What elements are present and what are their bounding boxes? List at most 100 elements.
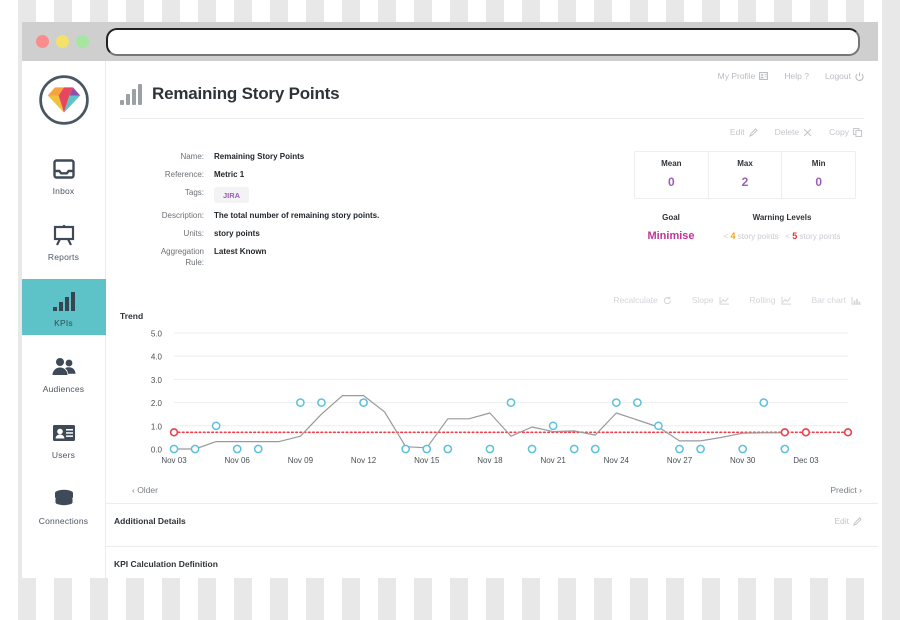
trend-chart-svg[interactable]: 0.0 1.0 2.0 3.0 4.0 5.0 Nov 03 Nov 06 Nov 09 Nov …	[106, 323, 866, 475]
stat-max: Max 2	[709, 152, 783, 198]
sidebar-item-inbox[interactable]: Inbox	[22, 147, 106, 203]
trend-label: Trend	[120, 311, 144, 321]
bar-chart-icon	[51, 287, 77, 313]
window-minimize-button[interactable]	[56, 35, 69, 48]
slope-button[interactable]: Slope	[692, 295, 730, 305]
page-title: Remaining Story Points	[152, 84, 340, 103]
predict-button[interactable]: Predict ›	[830, 485, 862, 495]
meta-value: Latest Known	[214, 247, 267, 256]
svg-text:0.0: 0.0	[151, 446, 163, 455]
section-kpi-calculation-definition[interactable]: KPI Calculation Definition	[106, 546, 878, 578]
meta-row-reference: Reference: Metric 1	[134, 169, 554, 180]
my-profile-link[interactable]: My Profile	[718, 71, 769, 81]
meta-label: Description:	[161, 211, 204, 220]
svg-text:5.0: 5.0	[151, 330, 163, 339]
bar-chart-icon	[120, 83, 142, 105]
stat-min: Min 0	[782, 152, 855, 198]
bar-chart-icon	[851, 296, 861, 305]
app-body: Inbox Reports KPIs Audiences Users Conne…	[21, 61, 878, 578]
top-navigation: My Profile Help ? Logout	[718, 71, 864, 81]
my-profile-label: My Profile	[717, 71, 756, 81]
warning-values: < 4 story points < 5 story points	[708, 231, 856, 241]
svg-text:Nov 30: Nov 30	[730, 456, 756, 465]
browser-window: Inbox Reports KPIs Audiences Users Conne…	[21, 22, 878, 578]
meta-label: Tags:	[184, 188, 204, 197]
page-header: Remaining Story Points	[106, 61, 878, 105]
sidebar-item-users[interactable]: Users	[22, 411, 106, 467]
meta-value: story points	[214, 229, 260, 238]
warning-first-prefix: <	[723, 232, 729, 241]
sidebar-item-label: KPIs	[54, 317, 73, 328]
edit-button[interactable]: Edit	[730, 127, 758, 137]
svg-text:Nov 27: Nov 27	[667, 456, 693, 465]
logout-label: Logout	[825, 71, 851, 81]
power-icon	[855, 72, 864, 81]
help-link[interactable]: Help ?	[784, 71, 809, 81]
meta-value: Metric 1	[214, 170, 245, 179]
delete-button[interactable]: Delete	[775, 127, 813, 137]
svg-text:Nov 15: Nov 15	[414, 456, 440, 465]
section-additional-details[interactable]: Additional Details Edit	[106, 503, 878, 538]
svg-text:1.0: 1.0	[151, 422, 163, 431]
recalculate-button[interactable]: Recalculate	[613, 295, 671, 305]
warning-first-value: 4	[730, 231, 736, 241]
sidebar-item-label: Inbox	[52, 185, 75, 196]
trend-chart: 0.0 1.0 2.0 3.0 4.0 5.0 Nov 03 Nov 06 Nov 09 Nov …	[106, 323, 878, 475]
copy-label: Copy	[829, 127, 849, 137]
sidebar-item-reports[interactable]: Reports	[22, 213, 106, 269]
diamond-logo[interactable]	[37, 73, 91, 127]
sidebar-item-connections[interactable]: Connections	[22, 477, 106, 533]
stat-value: 2	[741, 175, 749, 189]
main-content: My Profile Help ? Logout Remaining Story…	[106, 61, 878, 578]
copy-button[interactable]: Copy	[829, 127, 862, 137]
stat-label: Max	[737, 159, 753, 168]
stat-value: 0	[815, 175, 823, 189]
sidebar-item-kpis[interactable]: KPIs	[21, 279, 106, 335]
svg-text:Nov 12: Nov 12	[351, 456, 377, 465]
bar-chart-button[interactable]: Bar chart	[812, 295, 863, 305]
logout-link[interactable]: Logout	[825, 71, 864, 81]
svg-text:Nov 06: Nov 06	[225, 456, 251, 465]
meta-label: Reference:	[164, 170, 204, 179]
warning-label: Warning Levels	[752, 213, 812, 222]
stat-value: 0	[667, 175, 675, 189]
chart-toolbar: Recalculate Slope Rolling Bar chart	[106, 295, 878, 305]
section-title: KPI Calculation Definition	[114, 559, 218, 569]
rolling-button[interactable]: Rolling	[750, 295, 792, 305]
svg-text:Nov 03: Nov 03	[161, 456, 187, 465]
slope-label: Slope	[691, 295, 714, 305]
browser-chrome	[22, 22, 878, 61]
copy-icon	[853, 127, 862, 137]
window-maximize-button[interactable]	[76, 35, 89, 48]
profile-card-icon	[759, 72, 769, 80]
metric-meta-list: Name: Remaining Story Points Reference: …	[106, 151, 554, 275]
stat-mean: Mean 0	[635, 152, 709, 198]
meta-row-description: Description: The total number of remaini…	[134, 210, 554, 221]
database-stack-icon	[51, 485, 77, 511]
meta-row-tags: Tags: JIRA	[134, 187, 554, 203]
section-edit-button[interactable]: Edit	[834, 516, 862, 526]
stats-box: Mean 0 Max 2 Min 0	[634, 151, 856, 199]
people-group-icon	[51, 353, 77, 379]
sidebar-item-audiences[interactable]: Audiences	[22, 345, 106, 401]
rolling-label: Rolling	[749, 295, 776, 305]
stat-label: Mean	[661, 159, 682, 168]
edit-label: Edit	[729, 127, 745, 137]
close-x-icon	[803, 128, 812, 136]
meta-row-name: Name: Remaining Story Points	[134, 151, 554, 162]
svg-text:4.0: 4.0	[151, 353, 163, 362]
warning-first-suffix: story points	[737, 232, 779, 241]
address-bar[interactable]	[106, 27, 860, 56]
pencil-icon	[748, 127, 758, 137]
help-label: Help ?	[784, 71, 809, 81]
older-button[interactable]: ‹ Older	[132, 485, 158, 495]
line-chart-icon	[719, 296, 729, 305]
id-card-icon	[51, 419, 77, 445]
goal-value: Minimise	[647, 230, 695, 242]
section-edit-label: Edit	[834, 516, 849, 526]
tag-chip-jira[interactable]: JIRA	[214, 187, 250, 203]
sidebar: Inbox Reports KPIs Audiences Users Conne…	[21, 61, 106, 578]
section-title: Additional Details	[114, 516, 186, 526]
window-close-button[interactable]	[36, 35, 49, 48]
warning-second-prefix: <	[785, 232, 790, 241]
